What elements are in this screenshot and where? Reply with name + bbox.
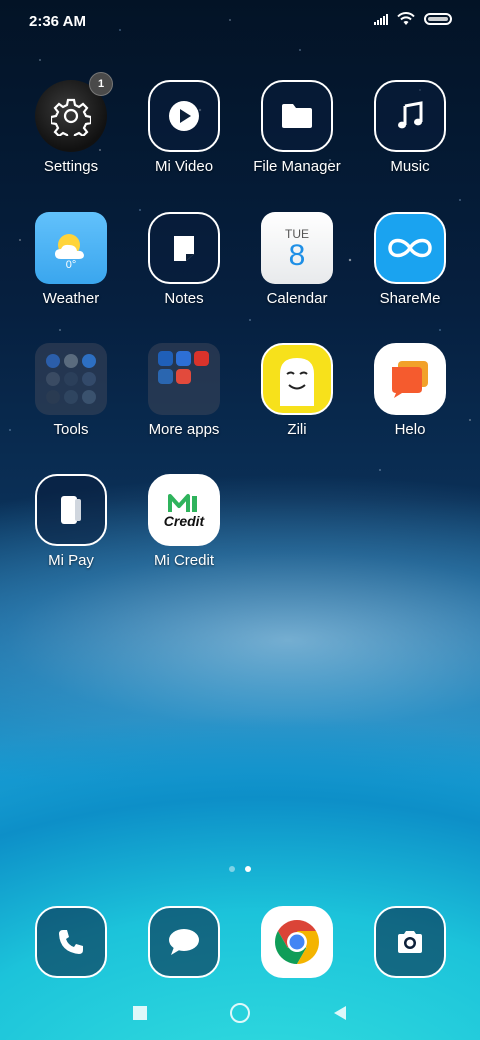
dock-messages[interactable] <box>129 906 239 986</box>
folder-icon <box>261 80 333 152</box>
music-note-icon <box>374 80 446 152</box>
app-zili[interactable]: Zili <box>242 343 352 463</box>
app-label: More apps <box>148 421 220 438</box>
dock-phone[interactable] <box>16 906 126 986</box>
mi-credit-logo-icon: Credit <box>148 474 220 546</box>
app-mi-credit[interactable]: Credit Mi Credit <box>129 474 239 594</box>
wifi-icon <box>397 12 415 25</box>
signal-icon <box>374 13 388 25</box>
app-label: Weather <box>42 290 100 307</box>
page-dot-active[interactable] <box>245 866 251 872</box>
home-button[interactable] <box>229 1002 251 1024</box>
helo-chat-icon <box>374 343 446 415</box>
app-label: Music <box>390 158 430 175</box>
status-time: 2:36 AM <box>29 13 86 30</box>
app-settings[interactable]: 1 Settings <box>16 72 126 200</box>
calendar-icon: TUE 8 <box>261 212 333 284</box>
messages-icon <box>148 906 220 978</box>
settings-icon: 1 <box>35 72 113 152</box>
square-icon <box>133 1006 147 1020</box>
app-mi-video[interactable]: Mi Video <box>129 80 239 200</box>
app-label: Calendar <box>266 290 328 307</box>
app-label: Settings <box>43 158 99 175</box>
triangle-back-icon <box>334 1006 346 1020</box>
circle-icon <box>230 1003 250 1023</box>
app-calendar[interactable]: TUE 8 Calendar <box>242 212 352 332</box>
dock-camera[interactable] <box>355 906 465 986</box>
infinity-icon <box>374 212 446 284</box>
status-icons <box>374 12 452 26</box>
page-indicator <box>0 866 480 872</box>
dock-chrome[interactable] <box>242 906 352 986</box>
app-label: Mi Pay <box>48 552 94 569</box>
camera-icon <box>374 906 446 978</box>
app-file-manager[interactable]: File Manager <box>242 80 352 200</box>
note-icon <box>148 212 220 284</box>
app-helo[interactable]: Helo <box>355 343 465 463</box>
folder-more-apps-icon <box>148 343 220 415</box>
battery-icon <box>424 13 452 25</box>
page-dot[interactable] <box>229 866 235 872</box>
app-shareme[interactable]: ShareMe <box>355 212 465 332</box>
folder-tools-icon <box>35 343 107 415</box>
app-label: Helo <box>394 421 426 438</box>
calendar-date: 8 <box>288 239 306 272</box>
recents-button[interactable] <box>129 1002 151 1024</box>
weather-icon: 0° <box>35 212 107 284</box>
app-weather[interactable]: 0° Weather <box>16 212 126 332</box>
app-label: Mi Credit <box>153 552 214 569</box>
zili-face-icon <box>261 343 333 415</box>
back-button[interactable] <box>329 1002 351 1024</box>
app-label: Notes <box>164 290 204 307</box>
app-label: File Manager <box>253 158 341 175</box>
wallet-icon <box>35 474 107 546</box>
navigation-bar <box>0 992 480 1032</box>
mi-credit-logo-text: Credit <box>163 513 205 529</box>
app-music[interactable]: Music <box>355 80 465 200</box>
app-label: Mi Video <box>154 158 214 175</box>
play-icon <box>148 80 220 152</box>
weather-temp: 0° <box>65 259 77 271</box>
chrome-icon <box>261 906 333 978</box>
notification-badge: 1 <box>89 72 113 96</box>
folder-more-apps[interactable]: More apps <box>129 343 239 463</box>
app-label: Zili <box>287 421 307 438</box>
app-notes[interactable]: Notes <box>129 212 239 332</box>
status-bar: 2:36 AM <box>0 0 480 44</box>
app-mi-pay[interactable]: Mi Pay <box>16 474 126 594</box>
app-label: ShareMe <box>379 290 441 307</box>
folder-tools[interactable]: Tools <box>16 343 126 463</box>
phone-icon <box>35 906 107 978</box>
app-label: Tools <box>53 421 89 438</box>
